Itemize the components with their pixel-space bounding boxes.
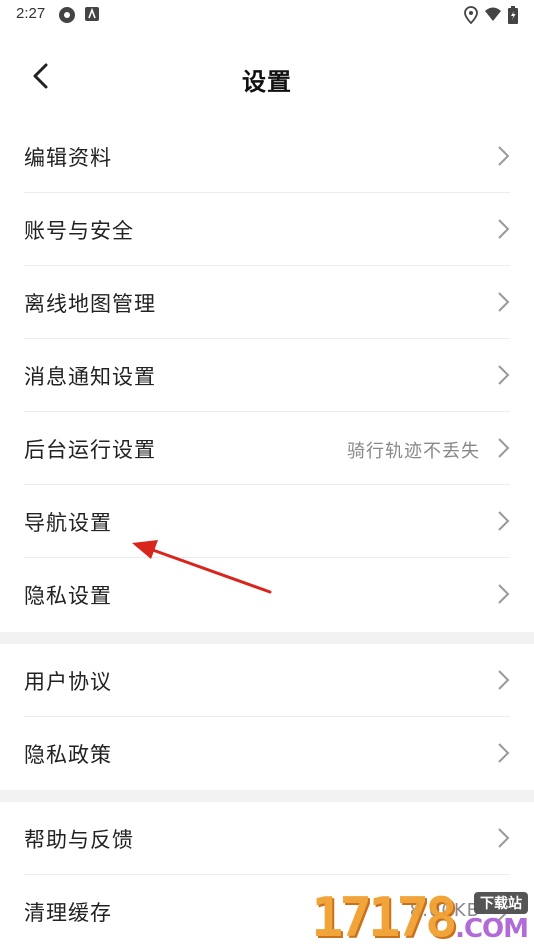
row-label: 用户协议 [24,670,112,694]
page-title: 设置 [242,68,292,96]
row-label: 清理缓存 [24,901,112,925]
chevron-right-icon [498,292,510,312]
chevron-right-icon [498,584,510,604]
row-label: 帮助与反馈 [24,828,134,852]
row-label: 隐私政策 [24,743,112,767]
app-header: 设置 [0,28,534,120]
row-user-agreement[interactable]: 用户协议 [0,644,534,717]
row-label: 账号与安全 [24,219,134,243]
row-edit-profile[interactable]: 编辑资料 [0,120,534,193]
site-watermark: 17178 下载站 .COM [305,884,534,950]
chevron-right-icon [498,743,510,763]
chevron-right-icon [498,511,510,531]
row-help-feedback[interactable]: 帮助与反馈 [0,802,534,875]
chevron-right-icon [498,219,510,239]
chevron-right-icon [498,365,510,385]
app-a-icon [85,7,99,21]
row-label: 离线地图管理 [24,292,156,316]
settings-group-legal: 用户协议 隐私政策 [0,644,534,790]
row-account-security[interactable]: 账号与安全 [0,193,534,266]
row-label: 编辑资料 [24,146,112,170]
row-navigation-settings[interactable]: 导航设置 [0,485,534,558]
row-value: 骑行轨迹不丢失 [347,441,480,462]
status-bar: 2:27 [0,0,534,28]
chevron-right-icon [498,670,510,690]
chevron-right-icon [498,828,510,848]
chevron-right-icon [498,438,510,458]
battery-icon [508,6,518,24]
row-offline-maps[interactable]: 离线地图管理 [0,266,534,339]
row-notification-settings[interactable]: 消息通知设置 [0,339,534,412]
row-label: 导航设置 [24,511,112,535]
watermark-tag: 下载站 [474,892,528,914]
chevron-right-icon [498,146,510,166]
row-background-run[interactable]: 后台运行设置 骑行轨迹不丢失 [0,412,534,485]
watermark-digits: 17178 [311,886,458,949]
wifi-icon [485,7,501,21]
row-label: 后台运行设置 [24,438,156,462]
location-icon [464,6,478,24]
row-privacy-settings[interactable]: 隐私设置 [0,558,534,631]
watermark-domain: .COM [455,914,529,944]
row-label: 消息通知设置 [24,365,156,389]
settings-group-account: 编辑资料 账号与安全 离线地图管理 消息通知设置 后台运行设置 骑行轨迹不丢失 … [0,120,534,632]
status-time: 2:27 [16,5,46,22]
row-label: 隐私设置 [24,584,112,608]
app-notification-icon [59,7,75,23]
row-privacy-policy[interactable]: 隐私政策 [0,717,534,790]
